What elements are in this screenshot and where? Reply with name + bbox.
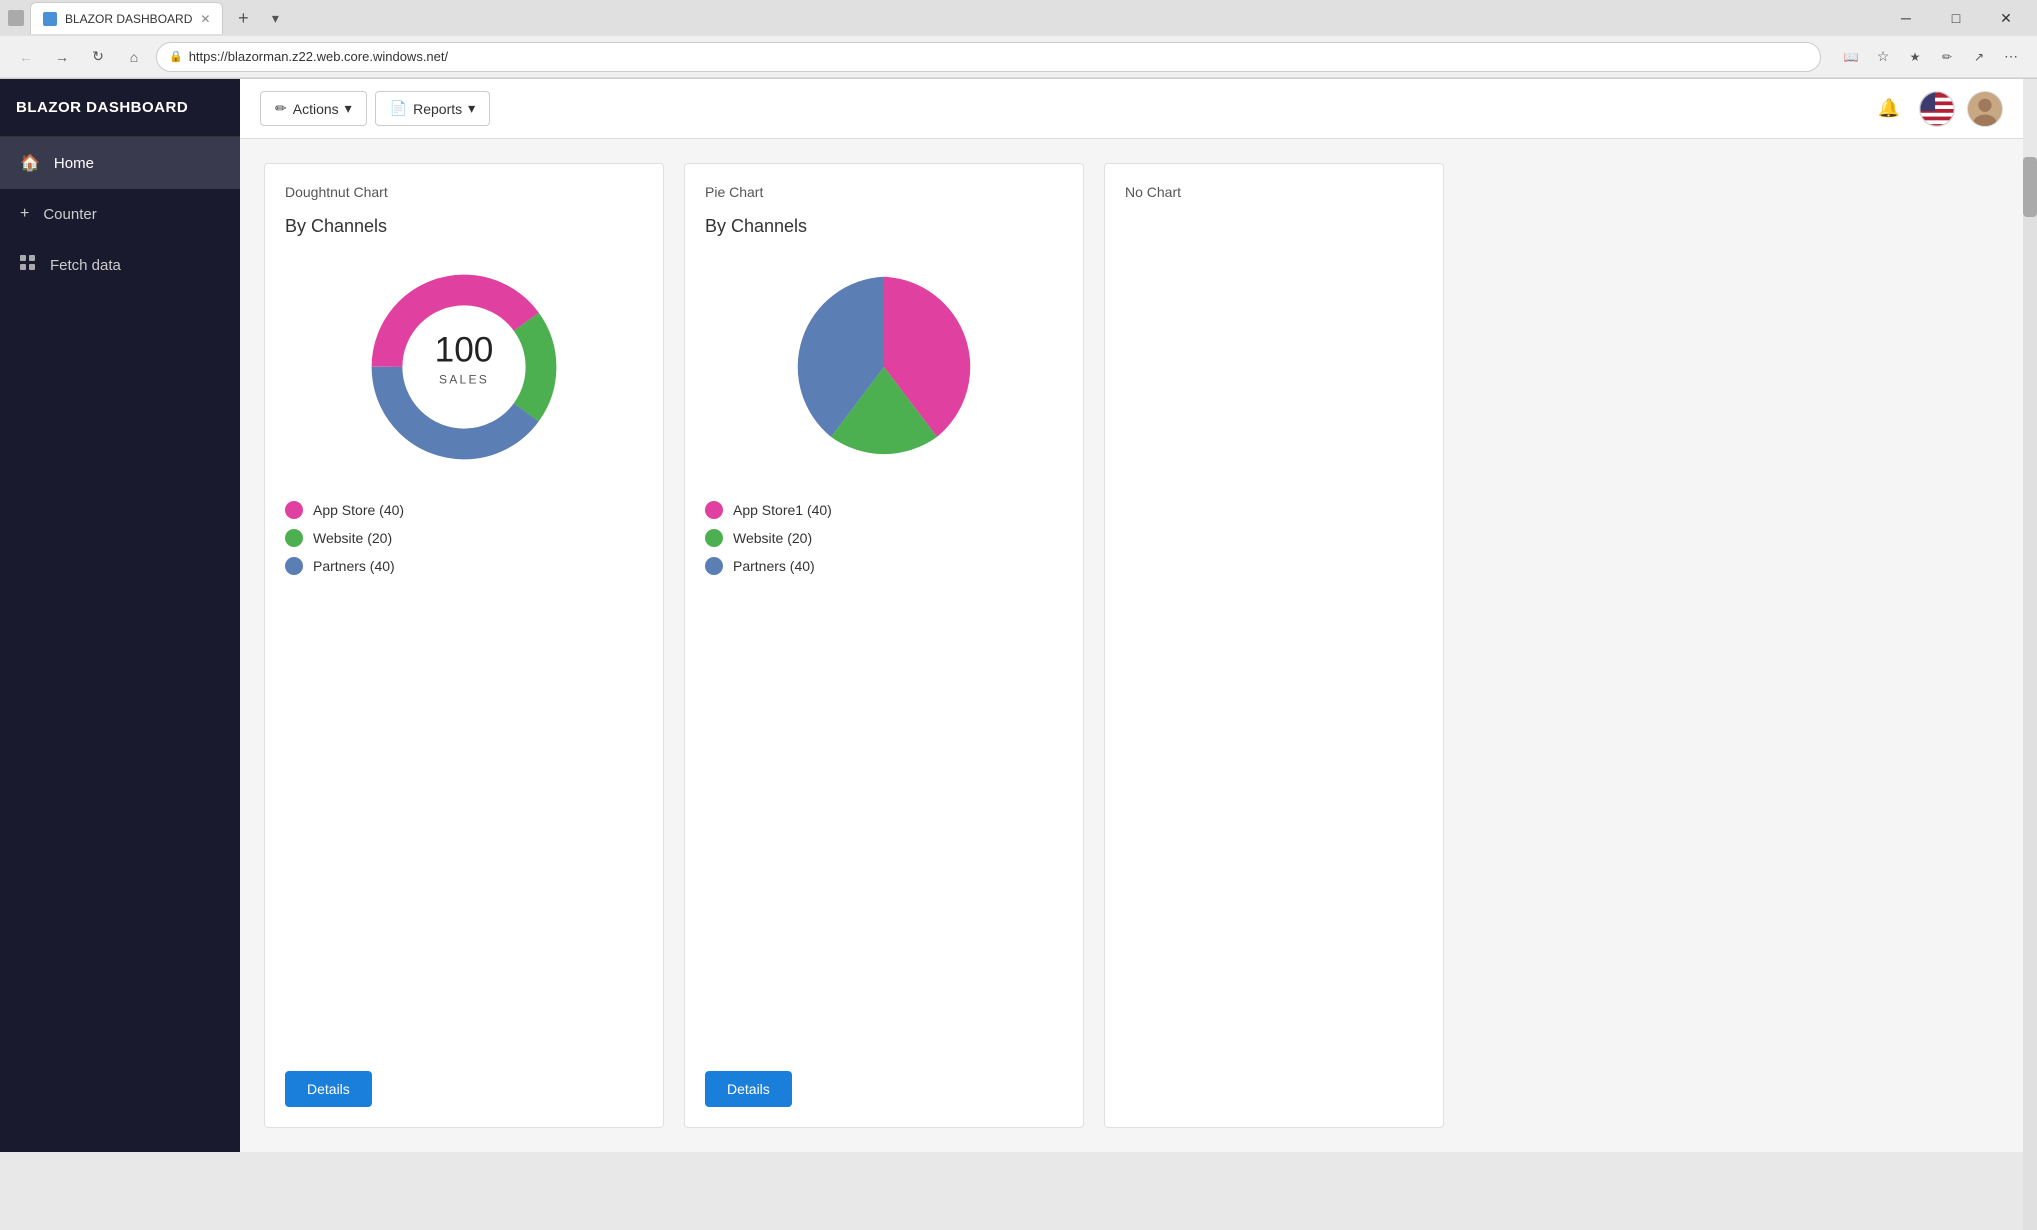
pie-details-button[interactable]: Details [705,1071,792,1107]
title-bar-left: BLAZOR DASHBOARD ✕ + ▾ [8,2,1875,34]
sidebar-label-fetch: Fetch data [50,257,121,274]
reader-view-button[interactable]: 📖 [1837,43,1865,71]
plus-icon: + [20,205,29,223]
active-tab[interactable]: BLAZOR DASHBOARD ✕ [30,2,223,34]
reports-label: Reports [413,101,462,117]
url-text: https://blazorman.z22.web.core.windows.n… [189,49,448,64]
donut-chart-subtitle: By Channels [285,216,643,237]
title-bar: BLAZOR DASHBOARD ✕ + ▾ ─ □ ✕ [0,0,2037,36]
reports-button[interactable]: 📄 Reports ▾ [375,91,491,126]
sidebar-nav: 🏠 Home + Counter Fetch data [0,137,240,292]
home-button[interactable]: ⌂ [120,43,148,71]
svg-text:SALES: SALES [439,373,489,387]
sidebar: BLAZOR DASHBOARD 🏠 Home + Counter [0,79,240,1152]
sidebar-title: BLAZOR DASHBOARD [0,79,240,137]
toolbar-right: 🔔 [1871,91,2003,127]
url-box[interactable]: 🔒 https://blazorman.z22.web.core.windows… [156,42,1821,72]
bookmark-button[interactable]: ☆ [1869,43,1897,71]
close-button[interactable]: ✕ [1983,0,2029,36]
refresh-button[interactable]: ↻ [84,43,112,71]
donut-chart-card: Doughtnut Chart By Channels [264,163,664,1128]
appstore-label: App Store (40) [313,502,404,518]
user-avatar[interactable] [1967,91,2003,127]
home-icon: 🏠 [20,153,40,173]
content-area: Doughtnut Chart By Channels [240,139,2023,1152]
maximize-button[interactable]: □ [1933,0,1979,36]
browser-chrome: BLAZOR DASHBOARD ✕ + ▾ ─ □ ✕ ← → ↻ ⌂ 🔒 h… [0,0,2037,79]
minimize-button[interactable]: ─ [1883,0,1929,36]
donut-wrapper: 100 SALES [354,257,574,477]
pie-partners-dot [705,557,723,575]
sidebar-item-fetch[interactable]: Fetch data [0,239,240,292]
sidebar-label-counter: Counter [43,206,96,223]
no-chart-title: No Chart [1125,184,1423,200]
donut-chart-container: 100 SALES [285,257,643,477]
pie-appstore-dot [705,501,723,519]
actions-button[interactable]: ✏ Actions ▾ [260,91,367,126]
pie-card-title: Pie Chart [705,184,1063,200]
website-label: Website (20) [313,530,392,546]
donut-svg: 100 SALES [354,257,574,477]
page-icon [8,10,24,26]
pie-chart-subtitle: By Channels [705,216,1063,237]
us-flag-svg [1920,91,1954,127]
actions-dropdown-icon: ▾ [345,100,352,117]
share-button[interactable]: ↗ [1965,43,1993,71]
partners-dot [285,557,303,575]
pie-partners-label: Partners (40) [733,558,815,574]
tab-list-button[interactable]: ▾ [263,6,287,30]
address-bar-right: 📖 ☆ ★ ✏ ↗ ⋯ [1837,43,2025,71]
doc-icon: 📄 [390,100,407,117]
donut-legend: App Store (40) Website (20) Partners (40… [285,501,643,575]
legend-item-appstore: App Store (40) [285,501,643,519]
forward-button[interactable]: → [48,43,76,71]
app-layout: BLAZOR DASHBOARD 🏠 Home + Counter [0,79,2037,1152]
sidebar-label-home: Home [54,155,94,172]
tab-title: BLAZOR DASHBOARD [65,12,192,26]
language-flag[interactable] [1919,91,1955,127]
lock-icon: 🔒 [169,50,183,63]
avatar-svg [1968,91,2002,127]
new-tab-button[interactable]: + [229,4,257,32]
scrollbar-thumb[interactable] [2023,157,2037,217]
pie-appstore-label: App Store1 (40) [733,502,832,518]
pie-legend-item-partners: Partners (40) [705,557,1063,575]
appstore-dot [285,501,303,519]
actions-label: Actions [293,101,339,117]
toolbar: ✏ Actions ▾ 📄 Reports ▾ 🔔 [240,79,2023,139]
tab-favicon [43,12,57,26]
favorites-button[interactable]: ★ [1901,43,1929,71]
sidebar-item-counter[interactable]: + Counter [0,189,240,239]
grid-icon [20,255,36,276]
pencil-icon: ✏ [275,100,287,117]
pie-legend-item-website: Website (20) [705,529,1063,547]
scrollbar-track[interactable] [2023,157,2037,1230]
tab-close-icon[interactable]: ✕ [200,12,210,26]
pie-legend-item-appstore: App Store1 (40) [705,501,1063,519]
more-button[interactable]: ⋯ [1997,43,2025,71]
address-bar: ← → ↻ ⌂ 🔒 https://blazorman.z22.web.core… [0,36,2037,78]
pie-website-label: Website (20) [733,530,812,546]
notification-bell[interactable]: 🔔 [1871,91,1907,127]
pie-svg [774,257,994,477]
pen-button[interactable]: ✏ [1933,43,1961,71]
legend-item-website: Website (20) [285,529,643,547]
donut-card-title: Doughtnut Chart [285,184,643,200]
pie-chart-container [705,257,1063,477]
sidebar-item-home[interactable]: 🏠 Home [0,137,240,189]
reports-dropdown-icon: ▾ [468,100,475,117]
pie-legend: App Store1 (40) Website (20) Partners (4… [705,501,1063,575]
website-dot [285,529,303,547]
window-controls: ─ □ ✕ [1883,0,2029,36]
donut-details-button[interactable]: Details [285,1071,372,1107]
back-button[interactable]: ← [12,43,40,71]
svg-text:100: 100 [435,331,494,370]
no-chart-card: No Chart [1104,163,1444,1128]
pie-chart-card: Pie Chart By Channels [684,163,1084,1128]
pie-website-dot [705,529,723,547]
partners-label: Partners (40) [313,558,395,574]
main-area: ✏ Actions ▾ 📄 Reports ▾ 🔔 [240,79,2023,1152]
legend-item-partners: Partners (40) [285,557,643,575]
